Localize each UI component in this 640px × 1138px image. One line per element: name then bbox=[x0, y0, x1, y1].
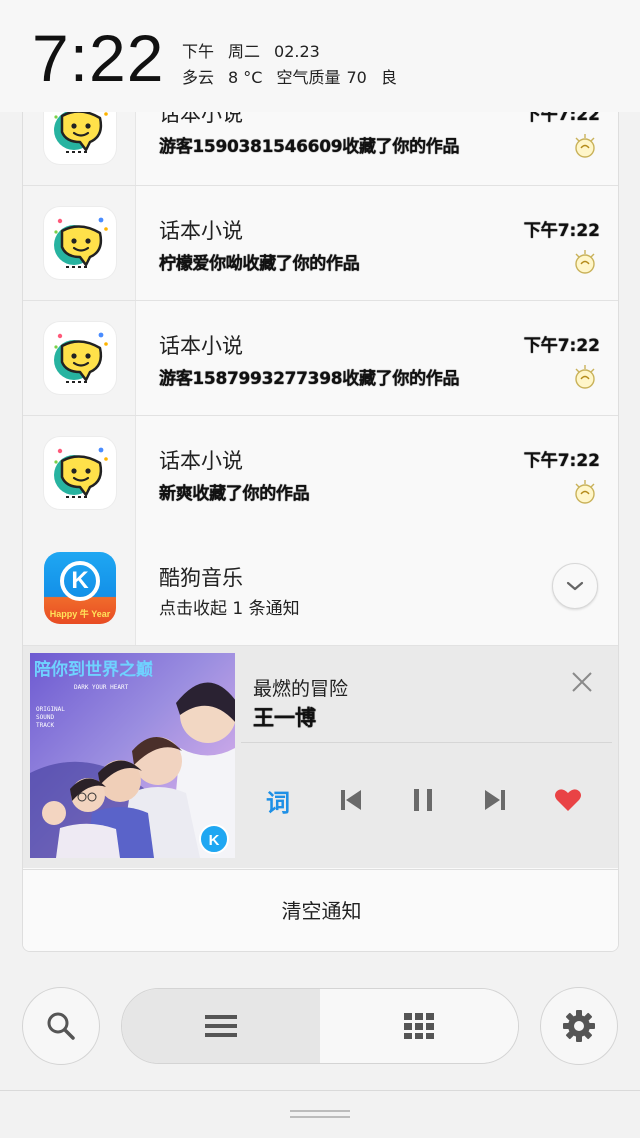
date-line: 下午 周二 02.23 bbox=[182, 38, 334, 62]
notification-text: 游客1587993277398收藏了你的作品 bbox=[159, 369, 460, 389]
notification-badge-icon bbox=[575, 365, 595, 389]
huaben-app-icon bbox=[44, 112, 116, 164]
search-icon bbox=[47, 1012, 75, 1040]
notification-text: 游客1590381546609收藏了你的作品 bbox=[159, 137, 460, 157]
notification-app-name: 话本小说 bbox=[159, 449, 243, 473]
date[interactable]: 02.23 bbox=[274, 42, 320, 61]
huaben-app-icon bbox=[44, 322, 116, 394]
search-button[interactable] bbox=[22, 987, 100, 1065]
notification-panel: 话本小说 游客1590381546609收藏了你的作品 下午7:22 话本小说 … bbox=[22, 112, 619, 952]
menu-lines-icon bbox=[205, 1015, 237, 1037]
status-header: 7:22 下午 周二 02.23 多云 8 °C 空气质量 70 良 bbox=[0, 0, 640, 112]
notification-text: 新爽收藏了你的作品 bbox=[159, 484, 310, 504]
notification-item[interactable]: 话本小说 新爽收藏了你的作品 下午7:22 bbox=[23, 416, 618, 531]
kugou-app-name: 酷狗音乐 bbox=[159, 566, 243, 590]
kugou-collapse-hint: 点击收起 1 条通知 bbox=[159, 599, 300, 619]
song-title: 最燃的冒险 bbox=[253, 678, 349, 700]
previous-icon bbox=[341, 790, 361, 810]
air-quality-label: 空气质量 bbox=[276, 68, 341, 87]
ampm: 下午 bbox=[182, 42, 215, 61]
weather: 多云 bbox=[182, 68, 215, 87]
album-tag: SOUND bbox=[36, 714, 54, 721]
huaben-app-icon bbox=[44, 207, 116, 279]
kugou-app-icon: K Happy 牛 Year bbox=[44, 552, 116, 624]
chevron-down-icon bbox=[566, 581, 584, 591]
close-icon bbox=[572, 672, 592, 692]
next-icon bbox=[485, 790, 505, 810]
kugou-k-letter: K bbox=[60, 561, 100, 601]
pause-icon bbox=[414, 789, 432, 811]
temperature: 8 °C bbox=[228, 68, 263, 87]
kugou-notification-group[interactable]: K Happy 牛 Year 酷狗音乐 点击收起 1 条通知 bbox=[23, 530, 618, 646]
notification-app-name: 话本小说 bbox=[159, 112, 243, 126]
album-tag: TRACK bbox=[36, 722, 54, 729]
notification-app-name: 话本小说 bbox=[159, 334, 243, 358]
notification-item[interactable]: 话本小说 游客1587993277398收藏了你的作品 下午7:22 bbox=[23, 301, 618, 416]
notification-item[interactable]: 话本小说 游客1590381546609收藏了你的作品 下午7:22 bbox=[23, 112, 618, 186]
clock[interactable]: 7:22 bbox=[32, 20, 164, 96]
album-title-text: 陪你到世界之巅 bbox=[34, 659, 153, 680]
clear-notifications-button[interactable]: 清空通知 bbox=[23, 869, 618, 951]
notification-badge-icon bbox=[575, 250, 595, 274]
air-quality-level: 良 bbox=[380, 68, 397, 87]
tab-toggles[interactable] bbox=[320, 989, 518, 1063]
notification-time: 下午7:22 bbox=[523, 336, 600, 356]
notification-small-icon bbox=[570, 363, 598, 391]
notification-time: 下午7:22 bbox=[523, 112, 600, 125]
notification-small-icon bbox=[570, 478, 598, 506]
notification-badge-icon bbox=[575, 134, 595, 158]
drag-handle[interactable] bbox=[290, 1110, 350, 1120]
next-button[interactable] bbox=[473, 778, 517, 822]
notification-badge-icon bbox=[575, 480, 595, 504]
music-player: 陪你到世界之巅 DARK YOUR HEART ORIGINAL SOUND T… bbox=[23, 646, 618, 868]
settings-button[interactable] bbox=[540, 987, 618, 1065]
album-art: 陪你到世界之巅 DARK YOUR HEART ORIGINAL SOUND T… bbox=[30, 653, 235, 858]
bottom-divider bbox=[0, 1090, 640, 1091]
huaben-logo-icon bbox=[54, 112, 108, 153]
artist-name: 王一博 bbox=[253, 706, 316, 730]
kugou-badge-letter: K bbox=[209, 832, 220, 849]
notification-item[interactable]: 话本小说 柠檬爱你呦收藏了你的作品 下午7:22 bbox=[23, 186, 618, 301]
player-close-button[interactable] bbox=[568, 668, 596, 696]
notification-small-icon bbox=[570, 248, 598, 276]
album-cover[interactable]: 陪你到世界之巅 DARK YOUR HEART ORIGINAL SOUND T… bbox=[30, 653, 235, 858]
tab-notifications[interactable] bbox=[122, 989, 321, 1063]
grid-icon bbox=[404, 1013, 434, 1039]
huaben-logo-icon bbox=[54, 217, 108, 268]
weekday: 周二 bbox=[228, 42, 261, 61]
notification-app-name: 话本小说 bbox=[159, 219, 243, 243]
heart-icon bbox=[555, 789, 581, 811]
huaben-logo-icon bbox=[54, 332, 108, 383]
huaben-logo-icon bbox=[54, 447, 108, 498]
kugou-icon-caption: Happy 牛 Year bbox=[49, 609, 111, 619]
previous-button[interactable] bbox=[329, 778, 373, 822]
like-button[interactable] bbox=[546, 778, 590, 822]
notification-time: 下午7:22 bbox=[523, 221, 600, 241]
air-quality-value: 70 bbox=[346, 68, 367, 87]
gear-icon bbox=[563, 1010, 595, 1042]
notification-small-icon bbox=[570, 132, 598, 160]
notification-text: 柠檬爱你呦收藏了你的作品 bbox=[159, 254, 360, 274]
pause-button[interactable] bbox=[401, 778, 445, 822]
album-tag: ORIGINAL bbox=[36, 706, 65, 713]
notification-time: 下午7:22 bbox=[523, 451, 600, 471]
view-toggle bbox=[121, 988, 519, 1064]
collapse-button[interactable] bbox=[552, 563, 598, 609]
huaben-app-icon bbox=[44, 437, 116, 509]
weather-line[interactable]: 多云 8 °C 空气质量 70 良 bbox=[182, 64, 411, 88]
player-divider bbox=[241, 742, 612, 743]
lyric-button[interactable]: 词 bbox=[256, 778, 300, 822]
album-subtitle-text: DARK YOUR HEART bbox=[74, 684, 129, 691]
